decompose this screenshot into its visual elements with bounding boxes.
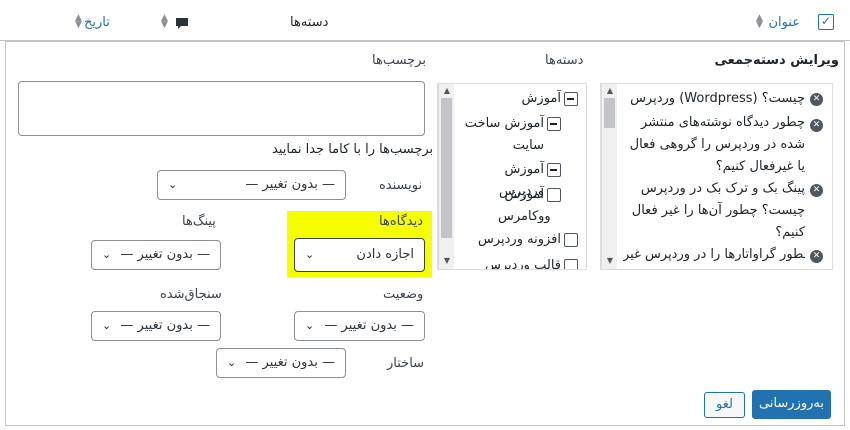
category-label: افزونه وردپرس [477, 232, 561, 247]
pings-select[interactable]: — بدون تغییر — ⌄ [91, 240, 221, 270]
tags-label: برچسب‌ها [372, 53, 427, 68]
sticky-label: سنجاق‌شده [160, 287, 222, 302]
bulk-titles-list[interactable]: ▲ ▼ ✕ وردپرس (Wordpress) چیست؟ ✕ چطور دی… [600, 83, 833, 270]
update-button[interactable]: به‌روزرسانی [752, 390, 831, 419]
category-checkbox[interactable] [547, 117, 561, 131]
chevron-down-icon: ⌄ [168, 178, 178, 191]
chevron-down-icon: ⌄ [102, 319, 112, 332]
chevron-down-icon: ⌄ [227, 356, 237, 369]
pings-label: پینگ‌ها [182, 214, 216, 229]
scroll-up-arrow[interactable]: ▲ [439, 87, 455, 95]
category-checkbox[interactable] [564, 233, 578, 247]
remove-title-icon[interactable]: ✕ [810, 119, 823, 132]
category-checkbox[interactable] [564, 92, 578, 106]
comments-sort-icon[interactable]: ▲ ▼ [161, 14, 168, 30]
scroll-up-arrow[interactable]: ▲ [602, 87, 618, 95]
chevron-down-icon: ⌄ [305, 248, 315, 261]
author-select-value: — بدون تغییر — [245, 177, 335, 192]
remove-title-icon[interactable]: ✕ [810, 184, 823, 197]
chevron-down-icon: ⌄ [305, 319, 315, 332]
scroll-thumb[interactable] [604, 98, 615, 128]
title-col-label[interactable]: عنوان [768, 15, 800, 30]
author-label: نویسنده [379, 178, 423, 193]
status-select[interactable]: — بدون تغییر — ⌄ [294, 311, 425, 341]
scroll-thumb[interactable] [441, 98, 452, 238]
author-select[interactable]: — بدون تغییر — ⌄ [157, 170, 346, 200]
scroll-down-arrow[interactable]: ▼ [602, 257, 618, 265]
format-select[interactable]: — بدون تغییر — ⌄ [216, 348, 346, 378]
select-all-checkbox[interactable]: ✓ [818, 14, 834, 30]
scroll-down-arrow[interactable]: ▼ [439, 257, 455, 265]
title-item: پینگ بک و ترک بک در وردپرس چیست؟ چطور آن… [631, 181, 805, 240]
category-label: آموزش ووکامرس [498, 187, 551, 224]
comments-label: دیدگاه‌ها [379, 214, 424, 229]
title-item: چطور دیدگاه نوشته‌های منتشر شده در وردپر… [629, 115, 805, 174]
comments-select[interactable]: اجازه دادن ⌄ [294, 238, 425, 272]
tags-hint: برچسب‌ها را با کاما جدا نمایید [272, 142, 434, 157]
pings-select-value: — بدون تغییر — [120, 247, 210, 262]
category-label: قالب وردپرس [484, 258, 561, 270]
categories-checklist[interactable]: ▲ ▼ آموزش آموزش ساخت سایت آموزش وردپرس آ… [437, 83, 587, 270]
category-checkbox[interactable] [564, 259, 578, 269]
title-sort-icon[interactable]: ▲ ▼ [756, 14, 763, 30]
column-title-header[interactable]: عنوان [768, 15, 800, 30]
format-label: ساختار [387, 356, 425, 371]
cancel-button[interactable]: لغو [704, 392, 745, 418]
format-select-value: — بدون تغییر — [245, 355, 335, 370]
tags-textarea[interactable] [18, 81, 425, 136]
remove-title-icon[interactable]: ✕ [810, 250, 823, 263]
titles-scrollbar[interactable]: ▲ ▼ [601, 84, 617, 269]
comment-bubble-icon[interactable] [175, 16, 189, 35]
title-item: چطور گراواتارها را در وردپرس غیر [623, 247, 805, 262]
comments-select-value: اجازه دادن [356, 247, 414, 262]
status-label: وضعیت [383, 287, 424, 302]
column-date-header[interactable]: تاریخ [84, 15, 110, 30]
chevron-down-icon: ⌄ [102, 248, 112, 261]
remove-title-icon[interactable]: ✕ [810, 93, 823, 106]
category-checkbox[interactable] [547, 163, 561, 177]
date-sort-icon[interactable]: ▲ ▼ [75, 14, 82, 30]
column-categories-header: دسته‌ها [290, 15, 329, 30]
categories-label: دسته‌ها [545, 53, 584, 68]
sticky-select-value: — بدون تغییر — [120, 318, 210, 333]
category-label: آموزش ساخت سایت [464, 116, 544, 153]
categories-scrollbar[interactable]: ▲ ▼ [438, 84, 454, 269]
category-label: آموزش [521, 91, 561, 106]
title-item: وردپرس (Wordpress) چیست؟ [630, 91, 805, 106]
status-select-value: — بدون تغییر — [324, 318, 414, 333]
bulk-edit-title: ویرایش دسته‌جمعی [714, 53, 839, 68]
sticky-select[interactable]: — بدون تغییر — ⌄ [91, 311, 221, 341]
category-checkbox[interactable] [547, 188, 561, 202]
